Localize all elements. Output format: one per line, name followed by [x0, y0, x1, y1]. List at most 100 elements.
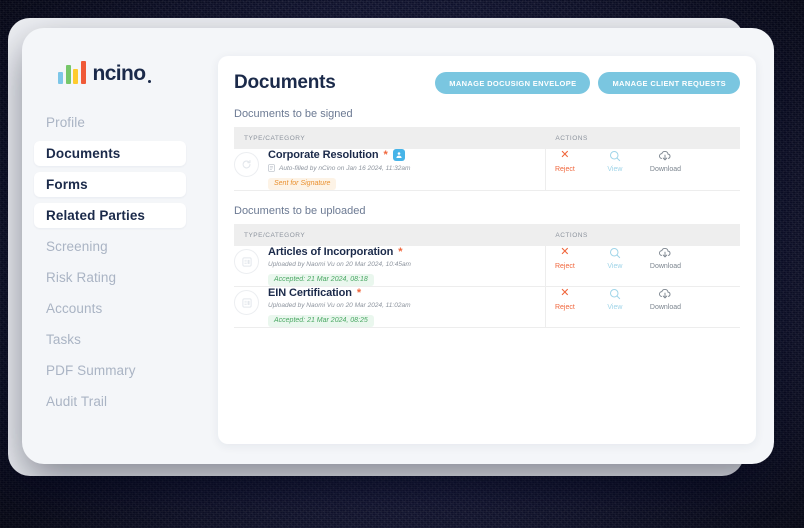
- search-icon: [609, 246, 621, 259]
- reject-action[interactable]: ✕ Reject: [550, 149, 580, 174]
- document-meta-line: Uploaded by Naomi Vu on 20 Mar 2024, 10:…: [268, 261, 411, 268]
- view-label: View: [607, 304, 623, 311]
- sidebar-item-label: Tasks: [46, 332, 82, 347]
- column-header-actions: ACTIONS: [545, 127, 740, 149]
- person-glyph-icon: [396, 152, 402, 158]
- cloud-download-glyph: [659, 150, 671, 160]
- sidebar-item-profile[interactable]: Profile: [34, 110, 186, 135]
- logo-bar-2: [65, 65, 71, 84]
- required-marker: *: [356, 287, 362, 299]
- document-preview-icon: [241, 297, 252, 308]
- sidebar-item-screening[interactable]: Screening: [34, 234, 186, 259]
- column-header-type: TYPE/CATEGORY: [234, 224, 546, 246]
- header-button-group: MANAGE DOCUSIGN ENVELOPE MANAGE CLIENT R…: [435, 72, 740, 94]
- logo-wordmark: ncino: [92, 62, 151, 85]
- sidebar-item-label: Forms: [46, 177, 88, 192]
- sidebar-item-related-parties[interactable]: Related Parties: [34, 203, 186, 228]
- content-header: Documents MANAGE DOCUSIGN ENVELOPE MANAG…: [234, 72, 740, 94]
- sidebar-item-forms[interactable]: Forms: [34, 172, 186, 197]
- document-meta-text: Uploaded by Naomi Vu on 20 Mar 2024, 10:…: [268, 261, 411, 268]
- search-icon: [609, 149, 621, 162]
- table-row: EIN Certification * Uploaded by Naomi Vu …: [234, 286, 740, 328]
- sidebar-item-label: Related Parties: [46, 208, 146, 223]
- reject-label: Reject: [554, 263, 575, 270]
- reject-action[interactable]: ✕ Reject: [550, 246, 580, 271]
- document-small-icon: [268, 164, 275, 172]
- document-meta-line: Uploaded by Naomi Vu on 20 Mar 2024, 11:…: [268, 302, 411, 309]
- sidebar-item-label: Risk Rating: [46, 270, 117, 285]
- sidebar-item-label: Documents: [46, 146, 121, 161]
- document-type-cell: Corporate Resolution * Auto-filled by nC…: [234, 149, 546, 191]
- download-action[interactable]: Download: [650, 287, 681, 311]
- status-badge: Accepted: 21 Mar 2024, 08:25: [268, 314, 374, 327]
- sidebar-item-risk-rating[interactable]: Risk Rating: [34, 265, 186, 290]
- download-label: Download: [649, 263, 682, 270]
- sidebar-item-audit-trail[interactable]: Audit Trail: [34, 389, 186, 414]
- sidebar-item-label: Audit Trail: [46, 394, 108, 409]
- cloud-download-icon: [658, 246, 672, 259]
- page-title: Documents: [234, 72, 336, 93]
- document-actions-cell: ✕ Reject View Download: [545, 246, 740, 287]
- close-icon: ✕: [560, 246, 570, 258]
- magnifier-glyph: [609, 150, 621, 161]
- view-action[interactable]: View: [600, 287, 630, 311]
- magnifier-glyph: [609, 247, 621, 258]
- sidebar-item-label: Profile: [46, 115, 85, 130]
- documents-to-be-signed-table: TYPE/CATEGORY ACTIONS Corporate Resoluti…: [234, 127, 740, 191]
- document-actions-cell: ✕ Reject View Download: [545, 149, 740, 191]
- column-header-actions: ACTIONS: [545, 224, 740, 246]
- close-icon: ✕: [560, 287, 570, 299]
- app-window: ncino Profile Documents Forms Related Pa…: [22, 28, 774, 464]
- close-icon: ✕: [560, 149, 570, 161]
- sidebar-item-tasks[interactable]: Tasks: [34, 327, 186, 352]
- documents-content-card: Documents MANAGE DOCUSIGN ENVELOPE MANAG…: [218, 56, 756, 444]
- logo-bars-icon: [58, 61, 86, 84]
- status-badge: Accepted: 21 Mar 2024, 08:18: [268, 273, 374, 286]
- column-header-type: TYPE/CATEGORY: [234, 127, 546, 149]
- download-action[interactable]: Download: [650, 246, 681, 270]
- section-label-to-be-signed: Documents to be signed: [234, 108, 353, 120]
- table-row: Articles of Incorporation * Uploaded by N…: [234, 246, 740, 287]
- required-marker: *: [383, 149, 388, 161]
- download-action[interactable]: Download: [650, 149, 681, 173]
- documents-to-be-uploaded-table: TYPE/CATEGORY ACTIONS Articles of Incorp…: [234, 224, 740, 328]
- document-thumbnail-icon: [234, 249, 259, 274]
- logo-bar-4: [80, 61, 86, 84]
- refresh-icon: [242, 159, 251, 169]
- cloud-download-icon: [658, 149, 672, 162]
- cloud-download-glyph: [659, 288, 671, 298]
- download-label: Download: [649, 166, 682, 173]
- view-action[interactable]: View: [600, 149, 630, 173]
- manage-docusign-envelope-button[interactable]: MANAGE DOCUSIGN ENVELOPE: [435, 72, 591, 94]
- table-header-row: TYPE/CATEGORY ACTIONS: [234, 127, 740, 149]
- reject-action[interactable]: ✕ Reject: [550, 287, 580, 312]
- document-thumbnail-icon: [234, 152, 259, 177]
- sidebar: ncino Profile Documents Forms Related Pa…: [22, 28, 198, 464]
- reject-label: Reject: [554, 304, 575, 311]
- status-badge: Sent for Signature: [268, 177, 337, 190]
- magnifier-glyph: [609, 288, 621, 299]
- document-type-cell: EIN Certification * Uploaded by Naomi Vu …: [234, 286, 546, 328]
- sidebar-nav: Profile Documents Forms Related Parties …: [22, 110, 198, 414]
- sidebar-item-label: Accounts: [46, 301, 103, 316]
- cloud-download-icon: [658, 287, 672, 300]
- view-label: View: [607, 166, 623, 173]
- signer-badge-icon: [392, 149, 405, 161]
- required-marker: *: [398, 246, 403, 258]
- document-preview-icon: [241, 256, 252, 267]
- table-header-row: TYPE/CATEGORY ACTIONS: [234, 224, 740, 246]
- document-title[interactable]: EIN Certification: [268, 287, 352, 299]
- sidebar-item-accounts[interactable]: Accounts: [34, 296, 186, 321]
- sidebar-item-pdf-summary[interactable]: PDF Summary: [34, 358, 186, 383]
- document-type-cell: Articles of Incorporation * Uploaded by N…: [234, 246, 546, 287]
- document-title[interactable]: Corporate Resolution: [268, 149, 379, 161]
- document-actions-cell: ✕ Reject View Download: [545, 286, 740, 328]
- sidebar-item-documents[interactable]: Documents: [34, 141, 186, 166]
- view-action[interactable]: View: [600, 246, 630, 270]
- manage-client-requests-button[interactable]: MANAGE CLIENT REQUESTS: [598, 72, 740, 94]
- document-title[interactable]: Articles of Incorporation: [268, 246, 393, 258]
- view-label: View: [607, 263, 623, 270]
- cloud-download-glyph: [659, 247, 671, 257]
- sidebar-item-label: Screening: [46, 239, 108, 254]
- document-meta-text: Uploaded by Naomi Vu on 20 Mar 2024, 11:…: [268, 302, 411, 309]
